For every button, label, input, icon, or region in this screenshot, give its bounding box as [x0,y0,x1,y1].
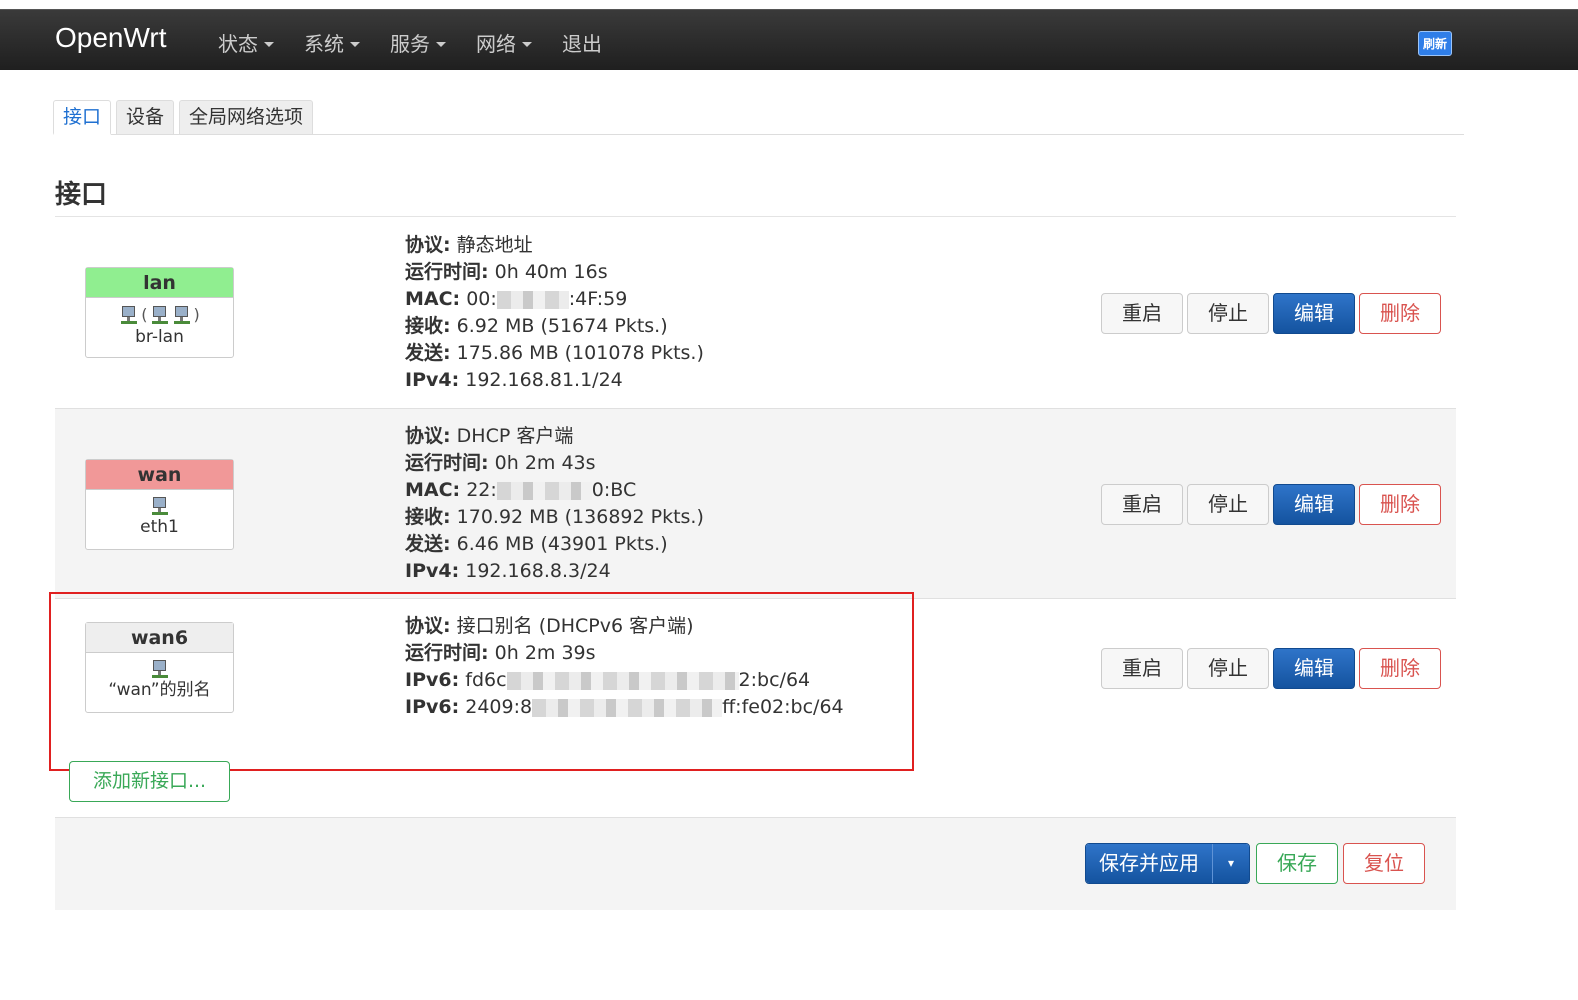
caret-down-icon [522,41,532,47]
restart-button[interactable]: 重启 [1101,293,1183,334]
info-line: IPv4: 192.168.8.3/24 [405,560,611,582]
tab-global-network-options[interactable]: 全局网络选项 [179,100,314,135]
restart-button[interactable]: 重启 [1101,484,1183,525]
ethernet-port-icon [150,496,170,516]
info-line: 协议: DHCP 客户端 [405,425,574,447]
brand-logo[interactable]: OpenWrt [55,22,167,54]
info-line: 运行时间: 0h 40m 16s [405,261,608,283]
delete-button[interactable]: 删除 [1359,648,1441,689]
redacted-mac [496,290,569,309]
ethernet-port-icon [150,305,170,325]
info-line: 运行时间: 0h 2m 43s [405,452,596,474]
stop-button[interactable]: 停止 [1187,648,1269,689]
edit-button[interactable]: 编辑 [1273,293,1355,334]
save-apply-button[interactable]: 保存并应用 [1086,844,1213,883]
bridge-icon [119,305,139,325]
tab-interfaces[interactable]: 接口 [53,100,112,135]
bracket-open: ( [141,305,148,324]
annotation-highlight-box [49,592,914,771]
device-name: eth1 [140,517,179,537]
tab-bar: 接口 设备 全局网络选项 [53,100,318,135]
menu-logout[interactable]: 退出 [562,28,602,57]
save-apply-dropdown-toggle[interactable]: ▾ [1213,844,1249,883]
interface-badge-wan: wan eth1 [85,459,234,550]
device-icons: ( ) [86,304,233,326]
save-apply-split-button: 保存并应用 ▾ [1085,843,1250,884]
info-line: 协议: 静态地址 [405,234,533,256]
interface-name: lan [86,268,233,298]
add-interface-button[interactable]: 添加新接口... [69,761,230,802]
device-icons [86,496,233,516]
top-navbar: OpenWrt 状态 系统 服务 网络 退出 刷新 [0,9,1578,70]
edit-button[interactable]: 编辑 [1273,648,1355,689]
interface-badge-lan: lan ( ) br-lan [85,267,234,358]
menu-status[interactable]: 状态 [218,28,274,57]
bracket-close: ) [193,305,200,324]
restart-button[interactable]: 重启 [1101,648,1183,689]
edit-button[interactable]: 编辑 [1273,484,1355,525]
info-line: 发送: 6.46 MB (43901 Pkts.) [405,533,668,555]
info-line: MAC: 00::4F:59 [405,288,628,310]
page-title: 接口 [55,180,108,210]
device-name: br-lan [135,327,184,347]
delete-button[interactable]: 删除 [1359,484,1441,525]
refresh-badge[interactable]: 刷新 [1418,31,1453,56]
menu-network[interactable]: 网络 [476,28,532,57]
ethernet-port-icon [172,305,192,325]
caret-down-icon [350,41,360,47]
menu-label: 网络 [476,32,516,56]
row-actions: 重启 停止 编辑 删除 [1101,484,1441,525]
menu-label: 系统 [304,32,344,56]
delete-button[interactable]: 删除 [1359,293,1441,334]
caret-down-icon [264,41,274,47]
menu-label: 服务 [390,32,430,56]
stop-button[interactable]: 停止 [1187,293,1269,334]
interface-row-wan: wan eth1 协议: DHCP 客户端 运行时间: 0h 2m 43s MA… [55,408,1456,598]
info-line: 接收: 170.92 MB (136892 Pkts.) [405,506,704,528]
info-line: IPv4: 192.168.81.1/24 [405,369,623,391]
interface-row-lan: lan ( ) br-lan 协议: 静态地址 运行时间: 0h 40m 16s… [55,217,1456,408]
tab-devices[interactable]: 设备 [116,100,175,135]
row-actions: 重启 停止 编辑 删除 [1101,293,1441,334]
redacted-mac [496,481,592,500]
main-menu: 状态 系统 服务 网络 退出 [218,28,632,57]
interface-name: wan [86,460,233,490]
caret-down-icon [436,41,446,47]
info-line: 发送: 175.86 MB (101078 Pkts.) [405,342,704,364]
menu-label: 退出 [562,32,602,56]
reset-button[interactable]: 复位 [1343,843,1425,884]
interface-info: 协议: DHCP 客户端 运行时间: 0h 2m 43s MAC: 22: 0:B… [405,423,704,585]
stop-button[interactable]: 停止 [1187,484,1269,525]
interface-info: 协议: 静态地址 运行时间: 0h 40m 16s MAC: 00::4F:59… [405,232,704,394]
info-line: 接收: 6.92 MB (51674 Pkts.) [405,315,668,337]
row-actions: 重启 停止 编辑 删除 [1101,648,1441,689]
info-line: MAC: 22: 0:BC [405,479,637,501]
menu-services[interactable]: 服务 [390,28,446,57]
menu-label: 状态 [218,32,258,56]
menu-system[interactable]: 系统 [304,28,360,57]
save-button[interactable]: 保存 [1256,843,1338,884]
